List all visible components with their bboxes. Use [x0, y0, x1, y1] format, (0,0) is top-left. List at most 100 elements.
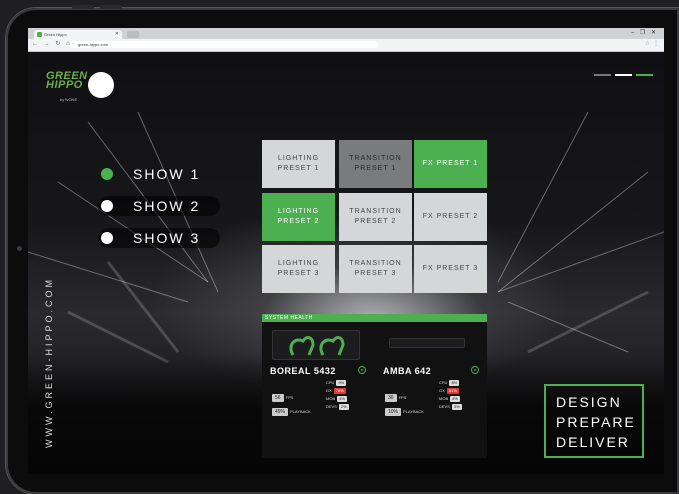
- page-indicator-dash[interactable]: [615, 74, 632, 76]
- preset-label: TRANSITION: [349, 260, 402, 267]
- stat-value: 78%: [333, 388, 346, 394]
- url-text: green-hippo.com: [78, 42, 109, 47]
- device-stat: CPU 9%: [326, 380, 347, 386]
- preset-button[interactable]: TRANSITION PRESET 2: [339, 193, 412, 241]
- page-indicator-dash[interactable]: [594, 74, 611, 76]
- stat-key: CPU: [439, 380, 448, 385]
- device-card[interactable]: AMBA 642 CPU 8% GX 81% MOB 4% DEVS 3% 36 FPS 10% PLA…: [377, 324, 485, 458]
- stat-key: GX: [439, 388, 445, 393]
- preset-label: TRANSITION: [349, 155, 402, 162]
- window-controls[interactable]: – ❐ ✕: [631, 29, 658, 36]
- new-tab-button[interactable]: [127, 31, 139, 38]
- green-hippo-logo[interactable]: GREEN HIPPO by tvONE: [46, 70, 116, 108]
- show-radio-icon: [101, 232, 113, 244]
- preset-label: PRESET 1: [277, 165, 320, 172]
- system-health-panel: SYSTEM HEALTH BOREAL 5432 CPU 9% GX 78% MOB 4%…: [262, 314, 487, 458]
- preset-button[interactable]: LIGHTING PRESET 3: [262, 245, 335, 293]
- preset-label: PRESET 2: [277, 218, 320, 225]
- device-stat: GX 78%: [326, 388, 346, 394]
- fps-readout: 36 FPS: [385, 394, 406, 402]
- playback-value: 49%: [272, 408, 289, 416]
- star-icon[interactable]: ☆: [645, 40, 650, 47]
- close-icon[interactable]: ✕: [115, 30, 119, 39]
- stat-value: 8%: [449, 380, 460, 386]
- device-card[interactable]: BOREAL 5432 CPU 9% GX 78% MOB 4% DEVS 2% 56 FPS 49%…: [264, 324, 372, 458]
- status-icon[interactable]: [471, 366, 479, 374]
- favicon-icon: [37, 32, 42, 37]
- web-page: GREEN HIPPO by tvONE SHOW 1 SHOW 2 SHOW 3 W…: [28, 52, 664, 474]
- preset-label: PRESET 1: [354, 165, 397, 172]
- preset-button[interactable]: TRANSITION PRESET 3: [339, 245, 412, 293]
- preset-button[interactable]: FX PRESET 2: [414, 193, 487, 241]
- browser-tab[interactable]: Green Hippo ✕: [34, 30, 122, 39]
- screen: Green Hippo ✕ – ❐ ✕ ← → ↻ ⌂ ◦ green-hipp…: [28, 28, 664, 474]
- show-item[interactable]: SHOW 3: [98, 228, 220, 248]
- logo-sub: by tvONE: [60, 97, 78, 102]
- device-stat: MOB 4%: [326, 396, 347, 402]
- nav-buttons[interactable]: ← → ↻ ⌂: [32, 40, 72, 47]
- stat-value: 2%: [338, 404, 349, 410]
- preset-button[interactable]: FX PRESET 3: [414, 245, 487, 293]
- page-indicator-dash[interactable]: [636, 74, 653, 76]
- stat-value: 3%: [451, 404, 462, 410]
- menu-icon[interactable]: ⋮: [653, 40, 659, 47]
- fps-readout: 56 FPS: [272, 394, 293, 402]
- page-indicator[interactable]: [594, 74, 654, 76]
- media-server-icon: [389, 338, 465, 348]
- show-item[interactable]: SHOW 1: [98, 164, 220, 184]
- fps-value: 36: [385, 394, 397, 402]
- tablet-top-button: [100, 5, 122, 9]
- browser-tab-strip: Green Hippo ✕ – ❐ ✕: [28, 28, 664, 39]
- playback-readout: 49% PLAYBACK: [272, 408, 311, 416]
- device-name: AMBA 642: [383, 366, 432, 376]
- preset-button[interactable]: FX PRESET 1: [414, 140, 487, 188]
- preset-label: LIGHTING: [277, 155, 320, 162]
- stat-key: MOB: [326, 396, 336, 401]
- show-label: SHOW 2: [133, 198, 201, 214]
- playback-label: PLAYBACK: [290, 409, 311, 414]
- preset-button[interactable]: LIGHTING PRESET 1: [262, 140, 335, 188]
- logo-wordmark: GREEN HIPPO: [46, 70, 88, 91]
- stat-value: 9%: [336, 380, 347, 386]
- tagline-line: DELIVER: [556, 434, 630, 450]
- device-stat: DEVS 2%: [326, 404, 349, 410]
- fps-label: FPS: [285, 395, 294, 400]
- media-server-icon: [272, 330, 360, 360]
- stat-key: DEVS: [326, 404, 337, 409]
- show-radio-icon: [101, 200, 113, 212]
- stat-value: 4%: [450, 396, 460, 402]
- tagline-line: DESIGN: [556, 394, 622, 410]
- stat-value: 4%: [337, 396, 347, 402]
- device-stat: CPU 8%: [439, 380, 460, 386]
- show-radio-icon: [101, 168, 113, 180]
- lock-icon: ◦: [72, 41, 74, 47]
- playback-label: PLAYBACK: [403, 409, 424, 414]
- preset-label: PRESET 2: [354, 218, 397, 225]
- preset-label: LIGHTING: [277, 260, 320, 267]
- preset-label: LIGHTING: [277, 208, 320, 215]
- preset-label: PRESET 3: [354, 270, 397, 277]
- status-icon[interactable]: [358, 366, 366, 374]
- tagline-line: PREPARE: [556, 414, 636, 430]
- playback-readout: 10% PLAYBACK: [385, 408, 424, 416]
- preset-button[interactable]: LIGHTING PRESET 2: [262, 193, 335, 241]
- preset-label: FX PRESET 2: [422, 213, 479, 220]
- tablet-top-button: [72, 5, 94, 9]
- url-input[interactable]: ◦ green-hippo.com: [70, 41, 378, 48]
- preset-button[interactable]: TRANSITION PRESET 1: [339, 140, 412, 188]
- fps-label: FPS: [398, 395, 407, 400]
- stat-key: MOB: [439, 396, 449, 401]
- tagline-box: DESIGN PREPARE DELIVER: [544, 384, 644, 458]
- stat-key: DEVS: [439, 404, 450, 409]
- preset-label: FX PRESET 1: [422, 160, 479, 167]
- address-bar: ← → ↻ ⌂ ◦ green-hippo.com ☆ ⋮: [28, 39, 664, 52]
- hippo-icon: [88, 72, 114, 98]
- fps-value: 56: [272, 394, 284, 402]
- playback-value: 10%: [385, 408, 402, 416]
- device-stat: MOB 4%: [439, 396, 460, 402]
- show-label: SHOW 3: [133, 230, 201, 246]
- preset-label: PRESET 3: [277, 270, 320, 277]
- show-item[interactable]: SHOW 2: [98, 196, 220, 216]
- device-stat: DEVS 3%: [439, 404, 462, 410]
- system-health-title: SYSTEM HEALTH: [262, 314, 487, 322]
